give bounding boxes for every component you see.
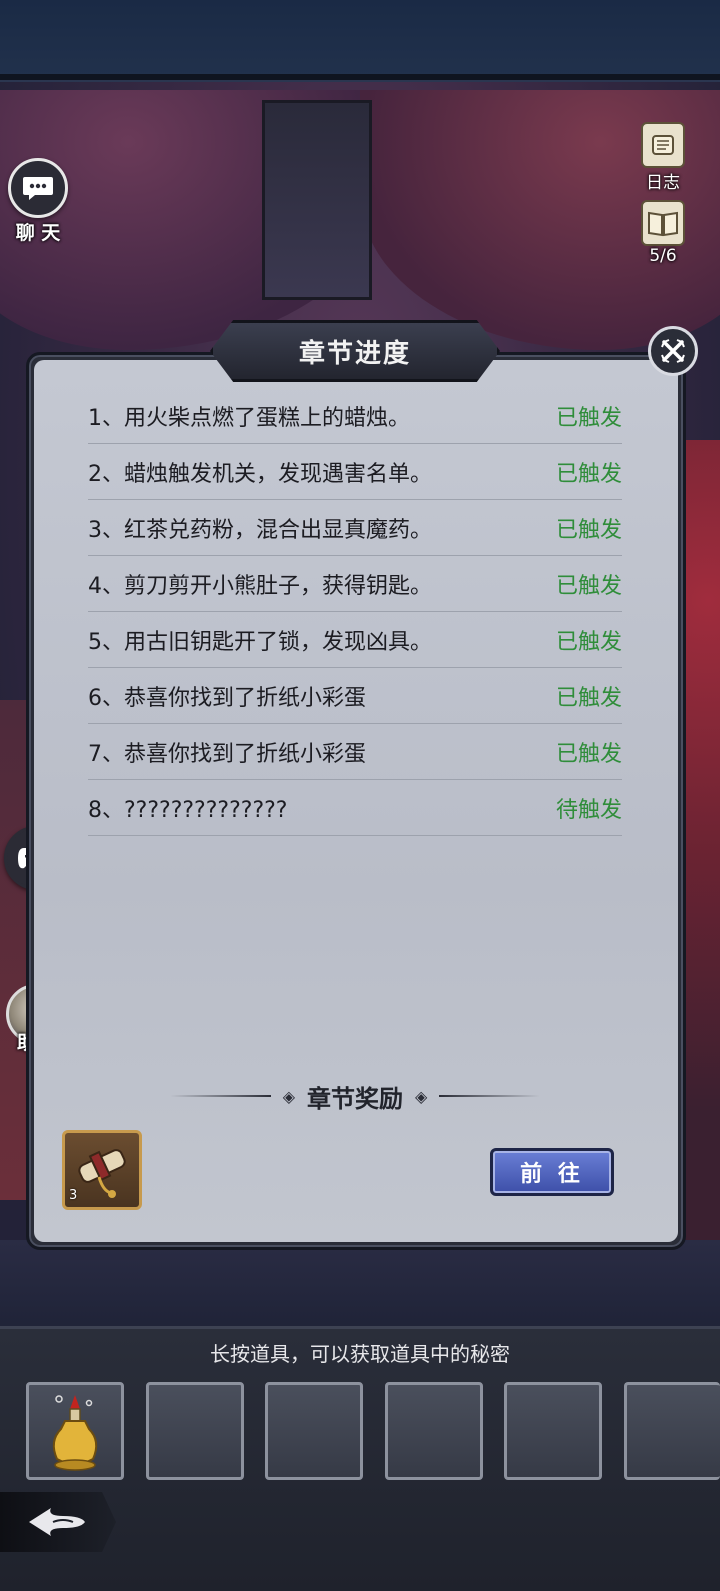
reward-item[interactable]: 3 [62, 1130, 142, 1210]
inventory-slot[interactable] [504, 1382, 602, 1480]
list-item: 5、用古旧钥匙开了锁，发现凶具。 已触发 [88, 612, 622, 668]
chat-icon [8, 158, 68, 218]
step-status: 已触发 [555, 405, 622, 431]
inventory-slot[interactable] [624, 1382, 720, 1480]
diamond-ornament-icon: ◈ [282, 1086, 295, 1106]
step-status: 已触发 [555, 573, 622, 599]
reward-header: ◈ 章节奖励 ◈ [170, 1076, 540, 1116]
back-arrow-icon [29, 1508, 85, 1536]
list-item: 8、?????????????? 待触发 [88, 780, 622, 836]
inventory-slot[interactable] [146, 1382, 244, 1480]
list-item: 7、恭喜你找到了折纸小彩蛋 已触发 [88, 724, 622, 780]
close-icon [661, 339, 685, 363]
chandelier-pillar [262, 100, 372, 300]
book-icon [641, 200, 685, 246]
inventory-slot[interactable] [26, 1382, 124, 1480]
list-item: 6、恭喜你找到了折纸小彩蛋 已触发 [88, 668, 622, 724]
journal-label: 日志 [646, 173, 680, 193]
back-button[interactable] [0, 1492, 116, 1552]
chat-label: 聊 天 [15, 222, 61, 244]
panel-title-plate: 章节进度 [210, 320, 500, 382]
go-button-label: 前 往 [520, 1161, 584, 1187]
step-status: 已触发 [555, 741, 622, 767]
chat-button[interactable]: 聊 天 [8, 158, 68, 245]
step-status: 已触发 [555, 629, 622, 655]
panel-title: 章节进度 [298, 338, 411, 369]
inventory-slot[interactable] [265, 1382, 363, 1480]
step-text: 8、?????????????? [88, 797, 288, 823]
step-status: 已触发 [555, 461, 622, 487]
reward-title: 章节奖励 [307, 1083, 403, 1113]
floor [0, 1240, 720, 1340]
pages-count: 5/6 [649, 246, 677, 266]
divider [170, 1095, 271, 1097]
step-text: 7、恭喜你找到了折纸小彩蛋 [88, 741, 366, 767]
list-item: 3、红茶兑药粉，混合出显真魔药。 已触发 [88, 500, 622, 556]
list-item: 2、蜡烛触发机关，发现遇害名单。 已触发 [88, 444, 622, 500]
progress-list: 1、用火柴点燃了蛋糕上的蜡烛。 已触发 2、蜡烛触发机关，发现遇害名单。 已触发… [88, 388, 622, 836]
reward-count: 3 [69, 1188, 78, 1203]
top-border [0, 74, 720, 82]
potion-bottle-icon [52, 1395, 98, 1471]
diamond-ornament-icon: ◈ [415, 1086, 428, 1106]
scroll-icon [641, 122, 685, 168]
pages-button[interactable]: 5/6 [636, 200, 690, 266]
step-text: 5、用古旧钥匙开了锁，发现凶具。 [88, 629, 432, 655]
inventory-hint: 长按道具，可以获取道具中的秘密 [210, 1342, 510, 1366]
inventory-slot[interactable] [385, 1382, 483, 1480]
list-item: 4、剪刀剪开小熊肚子，获得钥匙。 已触发 [88, 556, 622, 612]
step-text: 2、蜡烛触发机关，发现遇害名单。 [88, 461, 432, 487]
step-text: 1、用火柴点燃了蛋糕上的蜡烛。 [88, 405, 410, 431]
close-button[interactable] [648, 326, 698, 376]
step-text: 4、剪刀剪开小熊肚子，获得钥匙。 [88, 573, 432, 599]
list-item: 1、用火柴点燃了蛋糕上的蜡烛。 已触发 [88, 388, 622, 444]
step-text: 3、红茶兑药粉，混合出显真魔药。 [88, 517, 432, 543]
step-status: 已触发 [555, 685, 622, 711]
step-status: 已触发 [555, 517, 622, 543]
step-status: 待触发 [555, 797, 622, 823]
go-button[interactable]: 前 往 [490, 1148, 614, 1196]
journal-button[interactable]: 日志 [636, 122, 690, 193]
divider [439, 1095, 540, 1097]
step-text: 6、恭喜你找到了折纸小彩蛋 [88, 685, 366, 711]
